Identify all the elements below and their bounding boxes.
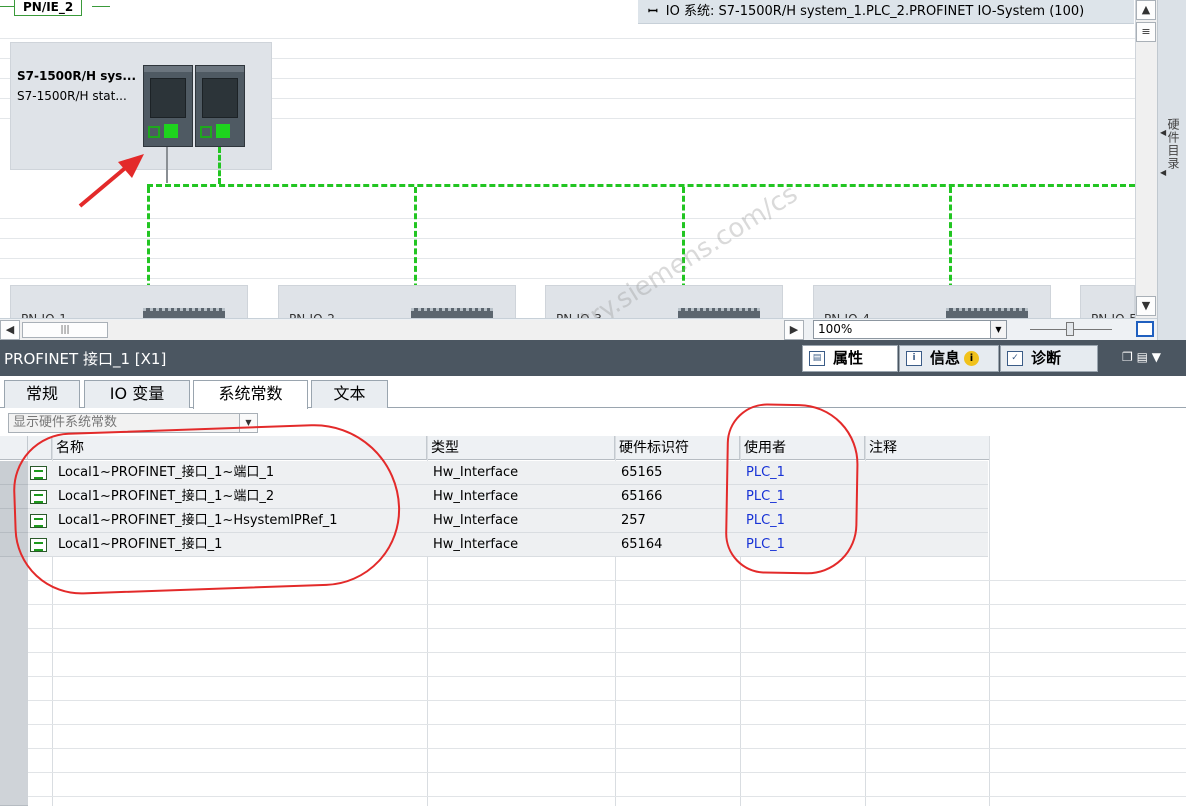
port-link xyxy=(218,147,221,184)
grid-line xyxy=(0,258,1135,259)
cell-comment[interactable] xyxy=(867,461,987,485)
filter-value: 显示硬件系统常数 xyxy=(13,415,118,430)
collapse-icon[interactable]: ▼ xyxy=(1152,350,1161,364)
empty-row xyxy=(28,725,1186,749)
annotation-circle-users xyxy=(724,402,860,576)
side-panel-label[interactable]: 硬件目录 xyxy=(1165,118,1182,170)
inspector-title: PROFINET 接口_1 [X1] xyxy=(4,350,167,368)
tab-texts[interactable]: 文本 xyxy=(311,380,388,408)
tab-info[interactable]: i 信息 i xyxy=(899,345,999,372)
port-icon[interactable] xyxy=(164,124,178,138)
subnet-label[interactable]: PN/IE_2 xyxy=(14,0,83,16)
zoom-value: 100% xyxy=(818,322,853,336)
tab-diagnostics[interactable]: ✓ 诊断 xyxy=(1000,345,1098,372)
zoom-slider-knob[interactable] xyxy=(1066,322,1074,336)
info-icon: i xyxy=(906,351,922,366)
plc-subname: S7-1500R/H stat... xyxy=(17,89,127,103)
info-badge-icon: i xyxy=(964,351,980,366)
scroll-down-icon[interactable]: ▼ xyxy=(1136,296,1156,316)
cell-hwid[interactable]: 65166 xyxy=(617,485,737,509)
column-header-comment[interactable]: 注释 xyxy=(865,436,990,460)
empty-row xyxy=(28,701,1186,725)
scroll-grip-icon[interactable]: ≡ xyxy=(1136,22,1156,42)
io-system-title: IO 系统: S7-1500R/H system_1.PLC_2.PROFINE… xyxy=(665,4,1085,19)
inspector-titlebar: PROFINET 接口_1 [X1] ▤ 属性 i 信息 i ✓ 诊断 ❐ ▤ ▼ xyxy=(0,340,1186,376)
column-header-type[interactable]: 类型 xyxy=(427,436,615,460)
tab-system-constants[interactable]: 系统常数 xyxy=(193,380,308,409)
tab-properties[interactable]: ▤ 属性 xyxy=(802,345,898,372)
horizontal-scrollbar[interactable]: ◀ ||| ▶ xyxy=(0,320,804,340)
row-header-empty xyxy=(0,557,28,806)
subnet-line xyxy=(92,6,110,7)
grid-line xyxy=(0,38,1135,39)
cpu-module-2[interactable] xyxy=(195,65,245,147)
cell-type[interactable]: Hw_Interface xyxy=(429,533,613,557)
plc-name: S7-1500R/H sys... xyxy=(17,69,136,83)
scroll-up-icon[interactable]: ▲ xyxy=(1136,0,1156,20)
cpu-module-1[interactable] xyxy=(143,65,193,147)
empty-row xyxy=(28,653,1186,677)
empty-row xyxy=(28,749,1186,773)
empty-row xyxy=(28,677,1186,701)
cell-type[interactable]: Hw_Interface xyxy=(429,461,613,485)
inspector-subtabs: 常规 IO 变量 系统常数 文本 xyxy=(0,376,1186,409)
port-icon[interactable] xyxy=(216,124,230,138)
empty-row xyxy=(28,629,1186,653)
float-window-icon[interactable]: ❐ xyxy=(1122,350,1133,364)
cell-comment[interactable] xyxy=(867,533,987,557)
scroll-right-icon[interactable]: ▶ xyxy=(784,320,804,340)
pin-icon[interactable]: ꟷ xyxy=(648,4,658,18)
dropdown-arrow-icon[interactable]: ▼ xyxy=(990,321,1006,338)
subnet-line xyxy=(0,6,14,7)
cell-hwid[interactable]: 65164 xyxy=(617,533,737,557)
grid-line xyxy=(0,218,1135,219)
port-icon[interactable] xyxy=(148,126,160,138)
empty-row xyxy=(28,773,1186,797)
window-controls[interactable]: ❐ ▤ ▼ xyxy=(1122,350,1161,364)
empty-row xyxy=(28,605,1186,629)
cell-type[interactable]: Hw_Interface xyxy=(429,485,613,509)
cell-hwid[interactable]: 257 xyxy=(617,509,737,533)
grid-line xyxy=(0,238,1135,239)
port-link xyxy=(166,147,168,183)
cell-comment[interactable] xyxy=(867,485,987,509)
editor-status-bar: ◀ ||| ▶ 100% ▼ xyxy=(0,318,1157,340)
port-icon[interactable] xyxy=(200,126,212,138)
annotation-arrow-icon xyxy=(78,154,144,208)
scroll-left-icon[interactable]: ◀ xyxy=(0,320,20,340)
cell-type[interactable]: Hw_Interface xyxy=(429,509,613,533)
scroll-thumb[interactable]: ||| xyxy=(22,322,108,338)
network-view[interactable]: PN/IE_2 ꟷ IO 系统: S7-1500R/H system_1.PLC_… xyxy=(0,0,1186,342)
zoom-select[interactable]: 100% ▼ xyxy=(813,320,1007,339)
column-header-hwid[interactable]: 硬件标识符 xyxy=(615,436,740,460)
properties-icon: ▤ xyxy=(809,351,825,366)
profinet-bus-line[interactable] xyxy=(147,184,1135,189)
hardware-catalog-panel[interactable]: ◀ ◀ 硬件目录 xyxy=(1157,0,1186,340)
io-system-banner[interactable]: ꟷ IO 系统: S7-1500R/H system_1.PLC_2.PROFIN… xyxy=(638,0,1134,24)
annotation-circle-names xyxy=(11,421,403,597)
cell-comment[interactable] xyxy=(867,509,987,533)
grid-line xyxy=(0,278,1135,279)
minimize-icon[interactable]: ▤ xyxy=(1137,350,1148,364)
diagnostics-icon: ✓ xyxy=(1007,351,1023,366)
cell-hwid[interactable]: 65165 xyxy=(617,461,737,485)
fit-view-icon[interactable] xyxy=(1136,321,1154,337)
tab-general[interactable]: 常规 xyxy=(4,380,80,408)
tab-io-tags[interactable]: IO 变量 xyxy=(84,380,190,408)
vertical-scrollbar[interactable]: ▲ ≡ ▼ xyxy=(1135,0,1157,318)
